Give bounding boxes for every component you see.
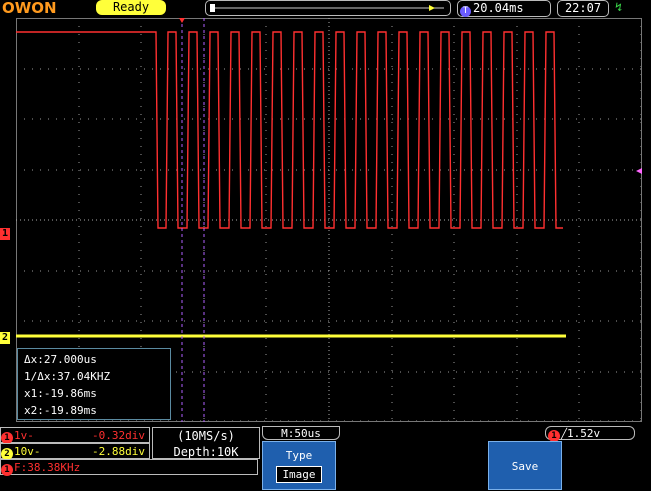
frequency-value: F:38.38KHz [14, 461, 81, 474]
trigger-readout: 1 ╱1.52v [545, 426, 635, 442]
cursor-measurement-panel: Δx:27.000us 1/Δx:37.04KHZ x1:-19.86ms x2… [17, 348, 171, 420]
trigger-position-bar [205, 0, 451, 16]
acquisition-info: (10MS/s) Depth:10K [152, 427, 260, 459]
ch2-ground-marker[interactable]: 2 [0, 332, 10, 344]
ch1-waveform [16, 31, 563, 229]
ch1-ground-marker[interactable]: 1 [0, 228, 10, 240]
ch2-offset: -2.88div [92, 445, 145, 458]
memory-depth: Depth:10K [173, 445, 239, 459]
ch2-info: 2 10v- -2.88div [0, 443, 150, 460]
clock: 22:07 [557, 0, 609, 17]
ch1-info: 1 1v- -0.32div [0, 427, 150, 444]
cursor-x2-value: x2:-19.89ms [24, 404, 97, 417]
save-softkey[interactable]: Save [488, 441, 562, 490]
usb-icon: ↯ [615, 0, 623, 14]
type-softkey-value: Image [276, 466, 322, 483]
ch1-offset: -0.32div [92, 429, 145, 442]
trigger-level: 1.52v [567, 427, 601, 440]
trigger-point-marker-top [179, 18, 185, 23]
type-softkey-label: Type [285, 449, 313, 462]
ch2-scale: 10v- [14, 445, 41, 458]
trigger-level-marker-right [636, 168, 642, 174]
acquisition-status-badge: Ready [96, 0, 166, 15]
type-softkey[interactable]: Type Image [262, 441, 336, 490]
cursor-delta-x: Δx:27.000us [24, 353, 97, 366]
frequency-readout: 1 F:38.38KHz [0, 459, 258, 476]
time-position-icon: T [460, 6, 471, 17]
trigger-position-graphic [210, 4, 444, 12]
sample-rate: (10MS/s) [177, 429, 235, 443]
horizontal-position-value: 20.04ms [473, 1, 524, 15]
timebase-readout: M:50us [262, 426, 340, 440]
ch1-scale: 1v- [14, 429, 34, 442]
freq-channel-badge: 1 [1, 464, 13, 476]
owon-logo: OWON [2, 0, 57, 17]
cursor-inverse-delta-x: 1/Δx:37.04KHZ [24, 370, 111, 383]
horizontal-position-readout: T 20.04ms [457, 0, 551, 17]
cursor-x1-value: x1:-19.86ms [24, 387, 97, 400]
